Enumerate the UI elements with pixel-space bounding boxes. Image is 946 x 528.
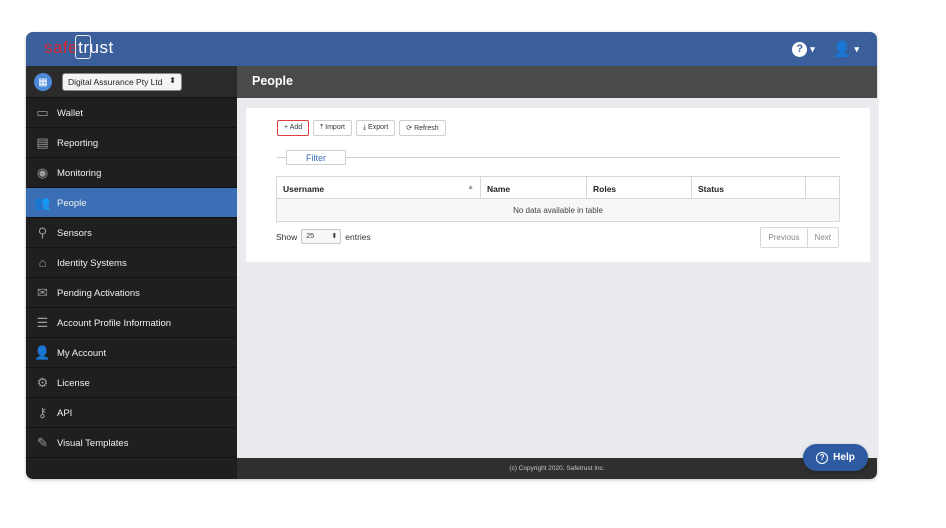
home-icon: ⌂ <box>38 255 47 270</box>
sidebar-item-my-account[interactable]: 👤 My Account <box>26 338 237 368</box>
logo-text-trust: trust <box>75 35 114 59</box>
column-status[interactable]: Status <box>692 177 806 198</box>
org-select-value: Digital Assurance Pty Ltd <box>68 77 163 87</box>
sidebar-item-label: Account Profile Information <box>57 318 172 329</box>
select-arrows-icon: ⬍ <box>169 76 176 85</box>
list-icon: ☰ <box>36 314 49 330</box>
sidebar-item-label: Monitoring <box>57 168 102 179</box>
people-panel: + Add ⤒ Import ⤓ Export ⟳ Refresh Filter… <box>246 108 870 262</box>
filter-divider <box>277 157 840 158</box>
app-window: safe trust ? ▾ 👤 ▾ ▦ Digital Assurance Pty … <box>26 32 877 479</box>
column-username[interactable]: Username ▲ <box>277 177 481 198</box>
column-username-label: Username <box>283 184 325 194</box>
column-actions <box>806 177 839 198</box>
gear-icon: ⚙ <box>36 374 49 390</box>
import-button[interactable]: ⤒ Import <box>313 120 352 136</box>
entries-control: Show 25 ⬍ entries <box>276 229 371 244</box>
sidebar-item-label: Visual Templates <box>57 438 129 449</box>
sidebar-item-reporting[interactable]: ▤ Reporting <box>26 128 237 158</box>
eye-icon: ◉ <box>36 164 49 180</box>
users-icon: 👥 <box>34 194 51 210</box>
empty-table-message: No data available in table <box>277 199 839 221</box>
sidebar-item-license[interactable]: ⚙ License <box>26 368 237 398</box>
show-label: Show <box>276 231 298 242</box>
safetrust-logo[interactable]: safe trust <box>44 35 114 59</box>
help-icon: ? <box>816 451 829 464</box>
wallet-icon: ▭ <box>36 104 49 120</box>
main-content: People + Add ⤒ Import ⤓ Export ⟳ Refresh… <box>237 66 877 458</box>
sidebar-item-people[interactable]: 👥 People <box>26 188 237 218</box>
sidebar-item-account-profile-information[interactable]: ☰ Account Profile Information <box>26 308 237 338</box>
people-table: Username ▲ Name Roles Status No data avai… <box>276 176 840 222</box>
id-card-icon: ▤ <box>36 134 49 150</box>
user-icon: 👤 <box>832 41 852 58</box>
sidebar-item-label: Wallet <box>57 108 84 119</box>
sidebar-item-label: API <box>57 408 73 419</box>
sidebar-item-pending-activations[interactable]: ✉ Pending Activations <box>26 278 237 308</box>
org-row: ▦ Digital Assurance Pty Ltd ⬍ <box>26 66 237 98</box>
top-bar: safe trust ? ▾ 👤 ▾ <box>26 32 877 66</box>
entries-select-value: 25 <box>306 233 315 240</box>
column-roles[interactable]: Roles <box>587 177 692 198</box>
help-button[interactable]: ? Help <box>803 444 868 471</box>
map-marker-icon: ⚲ <box>37 224 48 240</box>
sidebar-item-api[interactable]: ⚷ API <box>26 398 237 428</box>
org-select[interactable]: Digital Assurance Pty Ltd ⬍ <box>62 73 182 91</box>
sidebar: ▦ Digital Assurance Pty Ltd ⬍ ▭ Wallet ▤ Re… <box>26 66 237 479</box>
sidebar-item-sensors[interactable]: ⚲ Sensors <box>26 218 237 248</box>
sidebar-item-monitoring[interactable]: ◉ Monitoring <box>26 158 237 188</box>
sidebar-item-label: License <box>57 378 90 389</box>
help-menu[interactable]: ? ▾ <box>792 40 815 58</box>
export-button[interactable]: ⤓ Export <box>356 120 396 136</box>
toolbar: + Add ⤒ Import ⤓ Export ⟳ Refresh <box>277 120 446 136</box>
envelope-icon: ✉ <box>37 284 48 300</box>
select-arrows-icon: ⬍ <box>331 233 338 240</box>
sidebar-item-visual-templates[interactable]: ✎ Visual Templates <box>26 428 237 458</box>
sidebar-item-label: Pending Activations <box>57 288 140 299</box>
sort-asc-icon: ▲ <box>467 184 474 191</box>
table-header: Username ▲ Name Roles Status <box>277 177 839 199</box>
sidebar-item-wallet[interactable]: ▭ Wallet <box>26 98 237 128</box>
sidebar-item-label: Sensors <box>57 228 92 239</box>
question-circle-icon: ? <box>792 41 808 57</box>
entries-select[interactable]: 25 ⬍ <box>301 229 342 244</box>
footer: (c) Copyright 2020, Safetrust Inc. <box>237 458 877 479</box>
help-button-label: Help <box>833 452 855 463</box>
brush-icon: ✎ <box>37 434 48 450</box>
add-button[interactable]: + Add <box>277 120 310 136</box>
next-button[interactable]: Next <box>806 228 838 247</box>
refresh-button[interactable]: ⟳ Refresh <box>399 120 446 136</box>
user-icon: 👤 <box>34 344 51 360</box>
sidebar-item-label: Identity Systems <box>57 258 127 269</box>
user-menu[interactable]: 👤 ▾ <box>833 40 859 58</box>
nav-list: ▭ Wallet ▤ Reporting ◉ Monitoring 👥 People ⚲ Sens… <box>26 98 237 458</box>
building-icon: ▦ <box>34 73 52 91</box>
sidebar-item-label: Reporting <box>57 138 99 149</box>
chevron-down-icon: ▾ <box>854 43 859 54</box>
page-title: People <box>237 66 877 98</box>
column-name[interactable]: Name <box>481 177 587 198</box>
sidebar-item-label: People <box>57 198 87 209</box>
entries-label: entries <box>345 231 371 242</box>
top-icons: ? ▾ 👤 ▾ <box>792 40 859 58</box>
key-icon: ⚷ <box>37 404 48 420</box>
pagination: Previous Next <box>760 227 839 248</box>
filter-toggle[interactable]: Filter <box>286 150 346 165</box>
chevron-down-icon: ▾ <box>810 43 815 54</box>
sidebar-item-identity-systems[interactable]: ⌂ Identity Systems <box>26 248 237 278</box>
sidebar-item-label: My Account <box>57 348 107 359</box>
previous-button[interactable]: Previous <box>761 228 806 247</box>
logo-text-safe: safe <box>44 38 79 57</box>
